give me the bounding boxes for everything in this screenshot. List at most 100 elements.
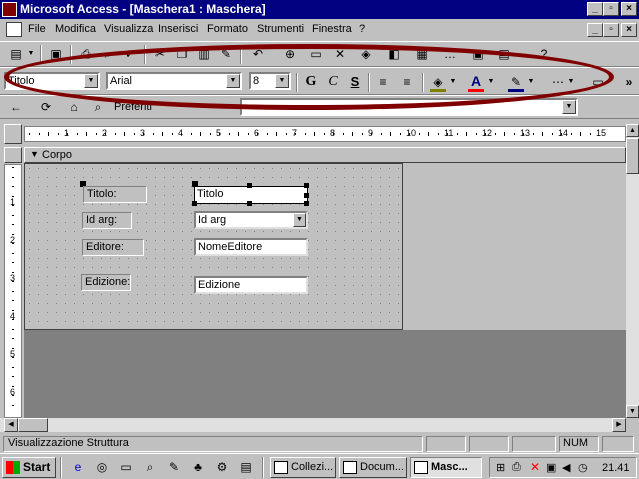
- field-list-icon[interactable]: ▭: [306, 45, 326, 64]
- menu-inserisci[interactable]: Inserisci: [158, 23, 198, 35]
- outlook-icon[interactable]: ◎: [92, 458, 112, 477]
- resize-handle[interactable]: [247, 201, 252, 206]
- section-header-corpo[interactable]: ▼ Corpo: [24, 147, 626, 163]
- special-effect-icon[interactable]: ▭: [588, 73, 608, 92]
- disconnect-icon[interactable]: ✕: [530, 460, 540, 474]
- more-buttons-icon[interactable]: »: [622, 73, 636, 92]
- print-preview-icon[interactable]: ⌕: [98, 45, 118, 64]
- monitor-icon[interactable]: ▣: [546, 461, 556, 474]
- back-arrow-icon[interactable]: ←: [6, 98, 26, 117]
- border-width-icon[interactable]: ⋯: [548, 73, 568, 92]
- menu-file[interactable]: File: [28, 23, 46, 35]
- fill-color-dropdown-icon[interactable]: ▼: [448, 73, 458, 92]
- font-color-dropdown-icon[interactable]: ▼: [486, 73, 496, 92]
- align-left-icon[interactable]: ≡: [373, 73, 393, 92]
- form-doc-icon[interactable]: [6, 22, 22, 37]
- font-size-combo[interactable]: 8 ▼: [249, 72, 291, 90]
- spelling-icon[interactable]: ✓: [120, 45, 140, 64]
- new-object-icon[interactable]: ▤: [494, 45, 514, 64]
- doc-restore-button[interactable]: ▫: [603, 23, 619, 37]
- combobox-id-arg[interactable]: Id arg ▼: [194, 211, 308, 229]
- build-icon[interactable]: …: [440, 45, 460, 64]
- border-width-dropdown-icon[interactable]: ▼: [566, 73, 576, 92]
- autoformat-icon[interactable]: ◈: [356, 45, 376, 64]
- address-combo[interactable]: ▼: [240, 98, 578, 116]
- favorites-label[interactable]: Preferiti: [114, 101, 152, 113]
- cut-icon[interactable]: ✂: [150, 45, 170, 64]
- explorer-icon[interactable]: ⌕: [140, 458, 160, 477]
- form-selector[interactable]: [4, 124, 22, 144]
- underline-button[interactable]: S: [345, 73, 365, 92]
- copy-icon[interactable]: ❐: [172, 45, 192, 64]
- desktop-icon[interactable]: ▭: [116, 458, 136, 477]
- menu-help[interactable]: ?: [359, 23, 365, 35]
- app-icon[interactable]: ▤: [236, 458, 256, 477]
- home-icon[interactable]: ⌂: [64, 98, 84, 117]
- scheduler-icon[interactable]: ◷: [578, 461, 588, 474]
- menu-formato[interactable]: Formato: [207, 23, 248, 35]
- ie-icon[interactable]: e: [68, 458, 88, 477]
- printer-icon[interactable]: ⎙: [512, 461, 521, 474]
- undo-icon[interactable]: ↶: [248, 45, 268, 64]
- view-dropdown-icon[interactable]: ▼: [26, 45, 36, 64]
- resize-handle[interactable]: [247, 183, 252, 188]
- line-color-dropdown-icon[interactable]: ▼: [526, 73, 536, 92]
- search-web-icon[interactable]: ⌕: [88, 98, 108, 117]
- menu-visualizza[interactable]: Visualizza: [104, 23, 153, 35]
- label-edizione[interactable]: Edizione:: [81, 274, 131, 291]
- object-combo[interactable]: Titolo ▼: [4, 72, 100, 90]
- font-combo[interactable]: Arial ▼: [106, 72, 242, 90]
- scroll-left-icon[interactable]: ◀: [4, 418, 18, 432]
- resize-handle[interactable]: [304, 193, 309, 198]
- doc-minimize-button[interactable]: _: [587, 23, 603, 37]
- italic-button[interactable]: C: [323, 73, 343, 92]
- help-icon[interactable]: ?: [534, 45, 554, 64]
- chevron-down-icon[interactable]: ▼: [275, 74, 289, 88]
- textbox-editore[interactable]: NomeEditore: [194, 238, 308, 256]
- tool-icon[interactable]: ⚙: [212, 458, 232, 477]
- scroll-right-icon[interactable]: ▶: [612, 418, 626, 432]
- chevron-down-icon[interactable]: ▼: [226, 74, 240, 88]
- textbox-edizione[interactable]: Edizione: [194, 276, 308, 294]
- hyperlink-icon[interactable]: ⊕: [280, 45, 300, 64]
- restore-button[interactable]: ▫: [603, 2, 619, 16]
- chevron-down-icon[interactable]: ▼: [293, 213, 306, 227]
- resize-handle[interactable]: [304, 201, 309, 206]
- channel-icon[interactable]: ♣: [188, 458, 208, 477]
- task-masc[interactable]: Masc...: [410, 457, 482, 478]
- form-detail-area[interactable]: Titolo: Titolo Id arg: Id arg ▼ Editore:…: [24, 163, 403, 330]
- scroll-thumb[interactable]: [626, 138, 639, 174]
- speaker-icon[interactable]: ◀: [562, 461, 570, 474]
- start-button[interactable]: Start: [2, 457, 56, 478]
- vertical-scrollbar[interactable]: ▲ ▼: [626, 124, 639, 418]
- scroll-up-icon[interactable]: ▲: [626, 124, 639, 137]
- network-icon[interactable]: ⊞: [496, 461, 505, 474]
- horizontal-ruler[interactable]: 1 2 3 4 5 6 7 8 9 10 11 12 13 14 15: [24, 126, 626, 142]
- chevron-down-icon[interactable]: ▼: [562, 100, 576, 114]
- resize-handle[interactable]: [304, 183, 309, 188]
- save-icon[interactable]: ▣: [46, 45, 66, 64]
- label-editore[interactable]: Editore:: [82, 239, 144, 256]
- scroll-down-icon[interactable]: ▼: [626, 405, 639, 418]
- chevron-down-icon[interactable]: ▼: [84, 74, 98, 88]
- task-collezi[interactable]: Collezi...: [270, 457, 336, 478]
- resize-handle[interactable]: [192, 201, 197, 206]
- print-icon[interactable]: ⎙: [76, 45, 96, 64]
- toolbox-icon[interactable]: ✕: [330, 45, 350, 64]
- format-painter-icon[interactable]: ✎: [216, 45, 236, 64]
- label-id-arg[interactable]: Id arg:: [82, 212, 132, 229]
- refresh-icon[interactable]: ⟳: [36, 98, 56, 117]
- view-icon[interactable]: ▤: [6, 45, 26, 64]
- title-bar[interactable]: Microsoft Access - [Maschera1 : Maschera…: [0, 0, 639, 19]
- paste-icon[interactable]: ▥: [194, 45, 214, 64]
- task-docum[interactable]: Docum...: [339, 457, 407, 478]
- minimize-button[interactable]: _: [587, 2, 603, 16]
- code-icon[interactable]: ◧: [384, 45, 404, 64]
- access-app-icon[interactable]: [2, 2, 17, 17]
- bold-button[interactable]: G: [301, 73, 321, 92]
- vertical-ruler[interactable]: 1 2 3 4 5 6: [4, 164, 22, 418]
- section-selector[interactable]: [4, 147, 22, 163]
- doc-close-button[interactable]: ×: [621, 23, 637, 37]
- close-button[interactable]: ×: [621, 2, 637, 16]
- database-window-icon[interactable]: ▣: [468, 45, 488, 64]
